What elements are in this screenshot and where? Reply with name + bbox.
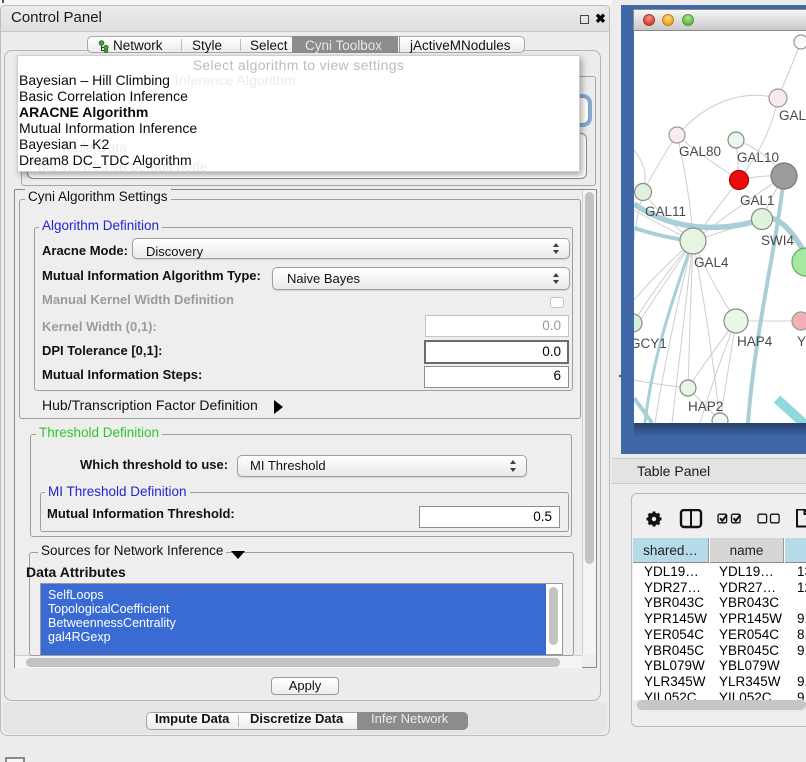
svg-text:GCY1: GCY1	[634, 336, 667, 351]
svg-text:HAP4: HAP4	[737, 334, 773, 349]
svg-text:Y: Y	[797, 334, 806, 349]
svg-text:HAP2: HAP2	[688, 399, 723, 414]
svg-text:GAL11: GAL11	[645, 204, 686, 219]
svg-text:SWI4: SWI4	[761, 233, 794, 248]
svg-text:GAL2: GAL2	[779, 108, 806, 123]
svg-text:GAL80: GAL80	[679, 144, 721, 159]
svg-text:GAL10: GAL10	[737, 150, 779, 165]
svg-text:GAL1: GAL1	[740, 193, 775, 208]
svg-text:GAL4: GAL4	[694, 255, 729, 270]
